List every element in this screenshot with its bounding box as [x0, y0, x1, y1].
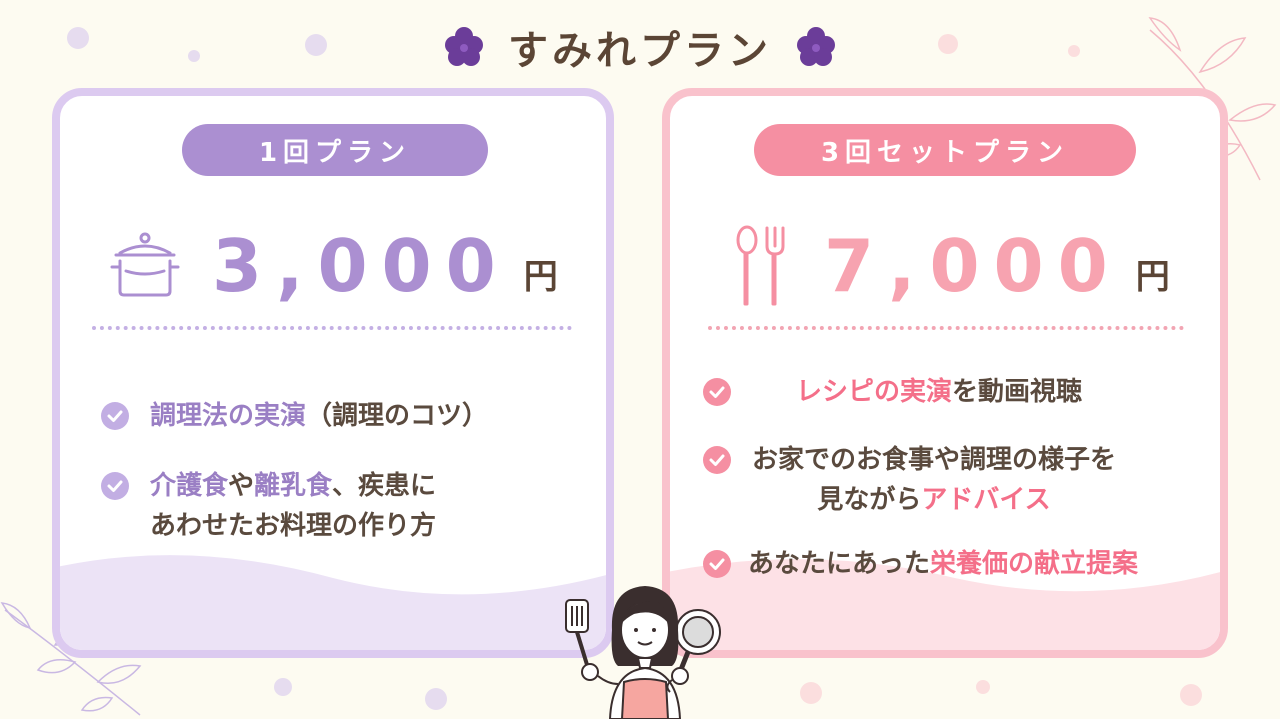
check-circle-icon — [101, 402, 129, 430]
feature-highlight: アドバイス — [921, 485, 1051, 515]
feature-highlight: 調理法の実演 — [150, 401, 307, 431]
violet-flower-icon — [445, 27, 483, 66]
violet-flower-icon — [797, 27, 835, 66]
feature-highlight: 介護食 — [150, 471, 229, 501]
feature-item: レシピの実演を動画視聴 — [702, 372, 1082, 412]
plan-label: 1回プラン — [182, 124, 488, 176]
divider — [708, 326, 1184, 330]
feature-highlight: レシピの実演 — [796, 377, 953, 407]
header: すみれプラン — [0, 18, 1280, 76]
feature-item: あなたにあった栄養価の献立提案 — [702, 544, 1138, 584]
feature-text: を動画視聴 — [952, 377, 1083, 407]
feature-highlight: 栄養価の献立提案 — [930, 549, 1139, 579]
decor-dot — [425, 688, 447, 710]
check-circle-icon — [101, 472, 129, 500]
feature-text: 見ながら — [817, 485, 922, 515]
check-circle-icon — [703, 446, 731, 474]
decor-dot — [976, 680, 990, 694]
decor-dot — [800, 682, 822, 704]
price-row: 7,000 円 — [734, 224, 1170, 308]
plan-label: 3回セットプラン — [754, 124, 1136, 176]
divider — [92, 326, 572, 330]
feature-item: お家でのお食事や調理の様子を 見ながらアドバイス — [702, 440, 1116, 520]
price-row: 3,000 円 — [108, 224, 558, 308]
currency-label: 円 — [1135, 256, 1170, 297]
pot-icon — [110, 232, 180, 297]
wave-decoration — [60, 555, 606, 650]
feature-item: 介護食や離乳食、疾患に あわせたお料理の作り方 — [100, 466, 436, 546]
feature-text: あなたにあった — [748, 549, 931, 579]
plan-card-set: 3回セットプラン 7,000 円 レシピの実演を動画視聴 お家でのお食事や調理の… — [662, 88, 1228, 658]
feature-text: や — [228, 471, 255, 501]
check-circle-icon — [703, 378, 731, 406]
feature-text: （調理のコツ） — [306, 401, 489, 431]
feature-text: あわせたお料理の作り方 — [150, 511, 437, 541]
currency-label: 円 — [523, 256, 558, 297]
page-title: すみれプラン — [508, 28, 772, 74]
feature-item: 調理法の実演（調理のコツ） — [100, 396, 488, 436]
check-circle-icon — [703, 550, 731, 578]
feature-highlight: 離乳食 — [254, 471, 333, 501]
feature-text: 、疾患に — [332, 471, 437, 501]
spoon-fork-icon — [736, 225, 785, 306]
price-value: 7,000 — [824, 224, 1122, 308]
feature-text: お家でのお食事や調理の様子を — [752, 445, 1117, 475]
plan-card-single: 1回プラン 3,000 円 調理法の実演（調理のコツ） 介護食や離乳食、疾患に … — [52, 88, 614, 658]
woman-cooking-illustration — [565, 586, 721, 719]
price-value: 3,000 — [212, 224, 510, 308]
decor-dot — [274, 678, 292, 696]
decor-dot — [1180, 684, 1202, 706]
